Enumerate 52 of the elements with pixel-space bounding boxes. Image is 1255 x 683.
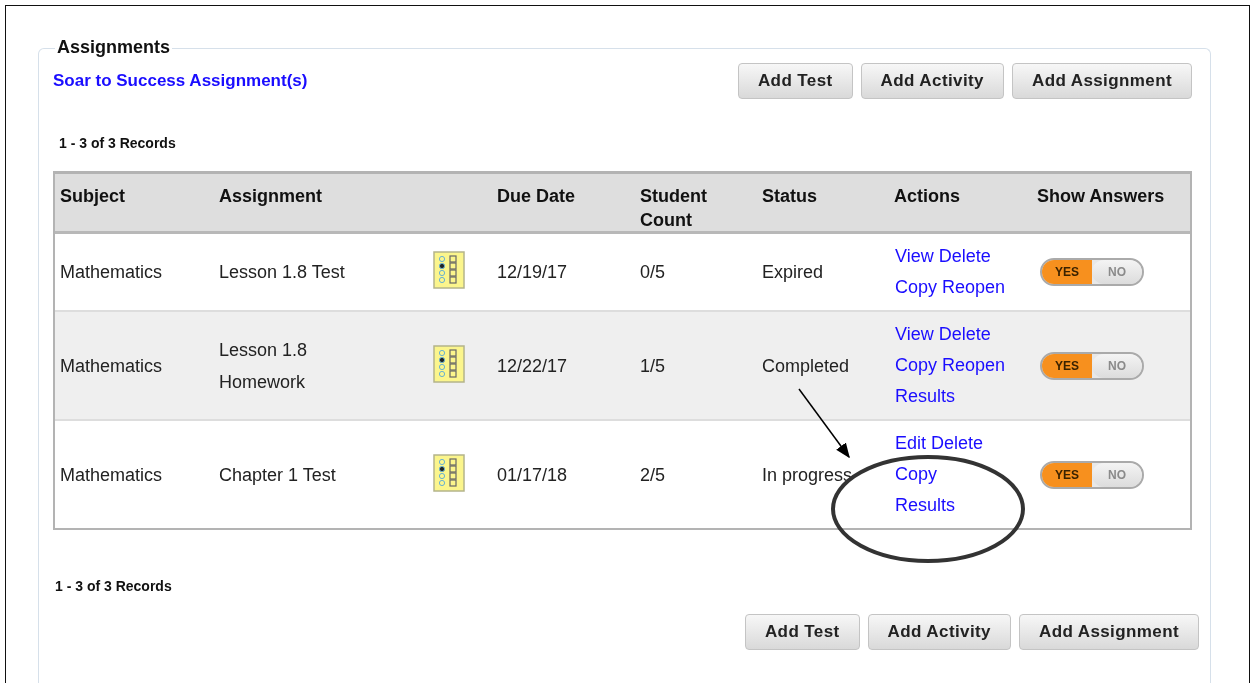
action-link[interactable]: Copy <box>895 272 938 303</box>
assignment-cell-text: Lesson 1.8 Homework <box>218 338 309 394</box>
show-answers-toggle[interactable]: YES NO <box>1040 258 1144 286</box>
subject-cell-text: Mathematics <box>59 463 164 487</box>
program-link[interactable]: Soar to Success Assignment(s) <box>53 71 308 91</box>
action-link[interactable]: View <box>895 319 934 350</box>
answer-sheet-icon <box>433 344 465 383</box>
column-header: Show Answers <box>1036 185 1166 208</box>
action-link[interactable]: Delete <box>931 428 984 459</box>
column-header: Student Count <box>639 185 708 232</box>
action-link[interactable]: Reopen <box>942 350 1006 381</box>
assignment-cell-text: Lesson 1.8 Test <box>218 261 346 284</box>
add-button[interactable]: Add Activity <box>860 63 1004 99</box>
action-link[interactable]: Copy <box>895 350 938 381</box>
status-cell-text: Completed <box>761 354 851 378</box>
add-button[interactable]: Add Test <box>737 63 853 99</box>
action-link[interactable]: Results <box>895 381 956 412</box>
column-header: Assignment <box>218 185 324 208</box>
student-count-cell-text: 0/5 <box>639 261 667 284</box>
add-button[interactable]: Add Activity <box>867 614 1011 650</box>
action-link[interactable]: Delete <box>938 241 991 272</box>
column-header: Status <box>761 185 818 208</box>
column-header: Subject <box>59 185 126 208</box>
add-button[interactable]: Add Assignment <box>1018 614 1199 650</box>
column-header: Actions <box>893 185 961 208</box>
due-date-cell-text: 12/22/17 <box>496 354 569 378</box>
action-link[interactable]: Edit <box>895 428 927 459</box>
due-date-cell-text: 12/19/17 <box>496 261 569 284</box>
answer-sheet-icon <box>433 453 465 492</box>
due-date-cell-text: 01/17/18 <box>496 463 569 487</box>
add-button[interactable]: Add Test <box>744 614 860 650</box>
action-link[interactable]: Delete <box>938 319 991 350</box>
subject-cell-text: Mathematics <box>59 354 164 378</box>
action-link[interactable]: View <box>895 241 934 272</box>
records-count: 1 - 3 of 3 Records <box>55 578 173 594</box>
annotation-arrow <box>798 388 850 459</box>
student-count-cell-text: 1/5 <box>639 354 667 378</box>
status-cell-text: Expired <box>761 261 825 284</box>
assignment-cell-text: Chapter 1 Test <box>218 463 337 487</box>
subject-cell-text: Mathematics <box>59 261 164 284</box>
column-header: Due Date <box>496 185 577 208</box>
show-answers-toggle[interactable]: YES NO <box>1040 351 1144 380</box>
action-link[interactable]: Results <box>895 490 956 521</box>
records-count: 1 - 3 of 3 Records <box>59 135 177 151</box>
show-answers-toggle[interactable]: YES NO <box>1040 460 1144 489</box>
action-link[interactable]: Reopen <box>942 272 1006 303</box>
answer-sheet-icon <box>433 251 465 289</box>
student-count-cell-text: 2/5 <box>639 463 667 487</box>
panel-legend: Assignments <box>55 37 173 58</box>
add-button[interactable]: Add Assignment <box>1011 63 1192 99</box>
status-cell-text: In progress <box>761 463 854 487</box>
action-link[interactable]: Copy <box>895 459 938 490</box>
